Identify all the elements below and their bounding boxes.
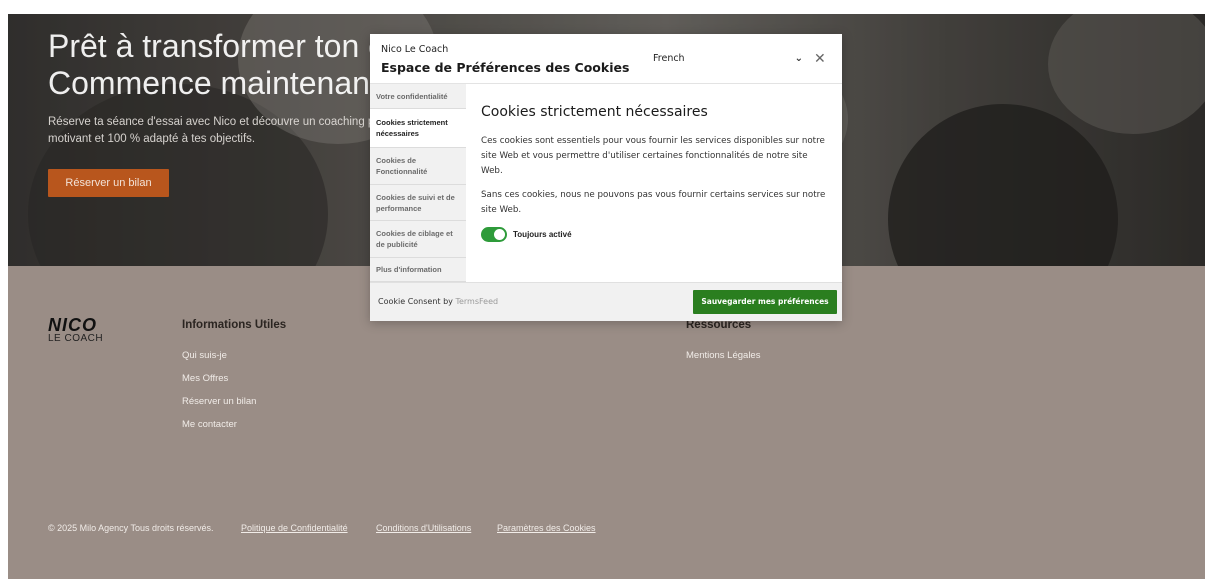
dialog-sidebar: Votre confidentialité Cookies strictemen…	[370, 84, 466, 282]
logo-text-main: NICO	[48, 315, 97, 335]
language-select-value: French	[653, 53, 685, 64]
footer-link-cookie-settings[interactable]: Paramètres des Cookies	[497, 523, 596, 533]
footer-col-info-title: Informations Utiles	[182, 319, 287, 331]
tab-fonctionnalite[interactable]: Cookies de Fonctionnalité	[370, 148, 466, 185]
language-select[interactable]: French ⌄	[653, 53, 803, 69]
consent-prefix: Cookie Consent by	[378, 297, 456, 306]
dialog-header: Nico Le Coach Espace de Préférences des …	[370, 34, 842, 84]
tab-strictement-necessaires[interactable]: Cookies strictement nécessaires	[370, 109, 466, 148]
footer-link-qui-suis-je[interactable]: Qui suis-je	[182, 350, 227, 361]
book-assessment-button[interactable]: Réserver un bilan	[48, 169, 169, 197]
dialog-footer: Cookie Consent by TermsFeed Sauvegarder …	[370, 282, 842, 321]
chevron-down-icon: ⌄	[794, 53, 803, 64]
close-icon[interactable]: ✕	[814, 51, 826, 67]
dialog-brand: Nico Le Coach	[381, 44, 449, 55]
tab-plus-information[interactable]: Plus d'information	[370, 258, 466, 282]
content-paragraph: Sans ces cookies, nous ne pouvons pas vo…	[481, 190, 826, 215]
logo-text-sub: LE COACH	[48, 333, 104, 344]
always-active-toggle[interactable]	[481, 227, 507, 242]
save-preferences-button[interactable]: Sauvegarder mes préférences	[693, 290, 837, 314]
dialog-content: Cookies strictement nécessaires Ces cook…	[466, 84, 842, 282]
footer-link-mes-offres[interactable]: Mes Offres	[182, 373, 228, 384]
footer-link-contact[interactable]: Me contacter	[182, 419, 237, 430]
copyright-text: © 2025 Milo Agency Tous droits réservés.	[48, 523, 214, 533]
tab-suivi-performance[interactable]: Cookies de suivi et de performance	[370, 185, 466, 221]
termsfeed-link[interactable]: TermsFeed	[455, 297, 498, 306]
footer-link-reserver[interactable]: Réserver un bilan	[182, 396, 256, 407]
cookie-preferences-dialog: Nico Le Coach Espace de Préférences des …	[370, 34, 842, 321]
toggle-label: Toujours activé	[513, 230, 572, 239]
content-paragraph: Ces cookies sont essentiels pour vous fo…	[481, 136, 825, 176]
tab-ciblage-publicite[interactable]: Cookies de ciblage et de publicité	[370, 221, 466, 258]
content-heading: Cookies strictement nécessaires	[481, 104, 708, 120]
toggle-knob	[494, 229, 505, 240]
tab-votre-confidentialite[interactable]: Votre confidentialité	[370, 84, 466, 109]
footer-link-privacy[interactable]: Politique de Confidentialité	[241, 523, 348, 533]
consent-attribution: Cookie Consent by TermsFeed	[378, 297, 498, 306]
dialog-title: Espace de Préférences des Cookies	[381, 60, 630, 75]
footer-link-mentions[interactable]: Mentions Légales	[686, 350, 760, 361]
footer-link-terms[interactable]: Conditions d'Utilisations	[376, 523, 471, 533]
nico-logo[interactable]: NICO LE COACH	[48, 315, 118, 344]
